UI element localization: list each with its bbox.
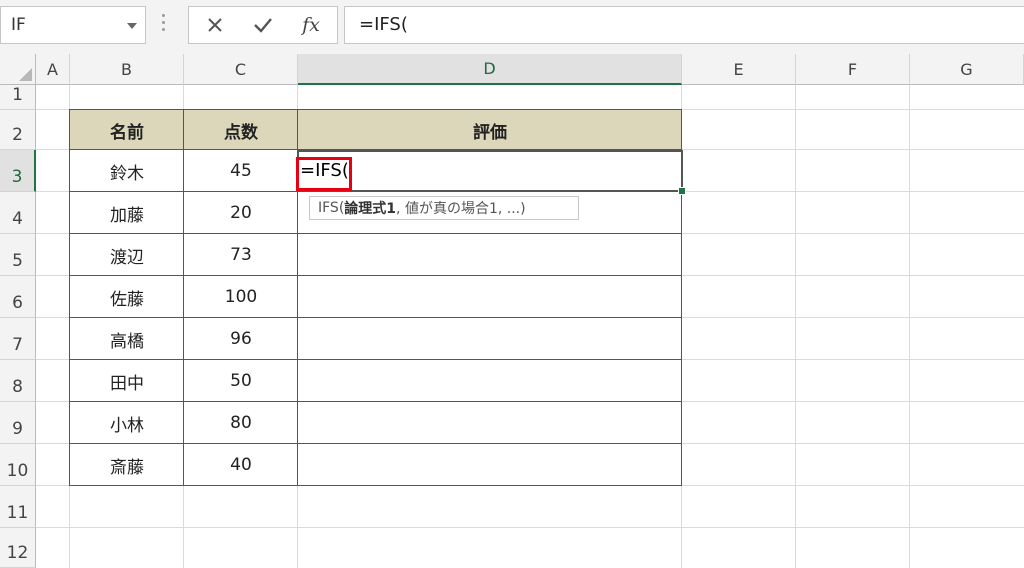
table-border xyxy=(69,109,70,486)
row-header-11[interactable]: 11 xyxy=(0,486,36,528)
cancel-button[interactable] xyxy=(199,9,231,41)
fx-label: fx xyxy=(302,14,320,36)
name-cell[interactable]: 高橋 xyxy=(70,318,184,360)
score-cell[interactable]: 45 xyxy=(184,150,298,192)
name-cell[interactable]: 佐藤 xyxy=(70,276,184,318)
column-header-c[interactable]: C xyxy=(184,54,298,85)
table-border xyxy=(69,317,682,318)
row-header-9[interactable]: 9 xyxy=(0,402,36,444)
gridline xyxy=(909,85,910,568)
select-all-button[interactable] xyxy=(0,54,36,85)
row-header-6[interactable]: 6 xyxy=(0,276,36,318)
checkmark-icon xyxy=(254,18,272,33)
score-cell[interactable]: 20 xyxy=(184,192,298,234)
tooltip-bold-arg: 論理式1 xyxy=(344,201,397,217)
score-cell[interactable]: 50 xyxy=(184,360,298,402)
column-header-e[interactable]: E xyxy=(682,54,796,85)
table-border xyxy=(183,109,184,486)
active-cell-d3[interactable] xyxy=(297,150,686,195)
table-header-cell[interactable]: 名前 xyxy=(70,110,184,150)
row-header-5[interactable]: 5 xyxy=(0,234,36,276)
rating-cell[interactable] xyxy=(298,276,682,318)
name-cell[interactable]: 斎藤 xyxy=(70,444,184,486)
column-header-g[interactable]: G xyxy=(910,54,1024,85)
row-header-8[interactable]: 8 xyxy=(0,360,36,402)
row-header-7[interactable]: 7 xyxy=(0,318,36,360)
rating-cell[interactable] xyxy=(298,360,682,402)
row-header-10[interactable]: 10 xyxy=(0,444,36,486)
formula-buttons: fx xyxy=(188,6,338,44)
table-border xyxy=(69,359,682,360)
enter-button[interactable] xyxy=(247,9,279,41)
column-header-a[interactable]: A xyxy=(36,54,70,85)
row-header-1[interactable]: 1 xyxy=(0,85,36,110)
gridline xyxy=(36,527,1024,528)
name-cell[interactable]: 鈴木 xyxy=(70,150,184,192)
table-border xyxy=(69,275,682,276)
score-cell[interactable]: 40 xyxy=(184,444,298,486)
drag-handle-icon[interactable] xyxy=(162,14,166,36)
spreadsheet-grid: ABCDEFG 1 2 3 4 5 6 7 8 9 10 11 12 名前 点数 評価 鈴木 45 加藤 20 渡辺… xyxy=(0,54,1024,568)
rating-cell[interactable] xyxy=(298,318,682,360)
formula-bar-area: IF fx =IFS( xyxy=(0,0,1024,54)
name-cell[interactable]: 渡辺 xyxy=(70,234,184,276)
row-header-4[interactable]: 4 xyxy=(0,192,36,234)
column-header-b[interactable]: B xyxy=(70,54,184,85)
tooltip-rest: , 値が真の場合1, ...) xyxy=(396,201,526,217)
name-cell[interactable]: 加藤 xyxy=(70,192,184,234)
rating-cell[interactable] xyxy=(298,402,682,444)
gridline xyxy=(795,85,796,568)
table-border xyxy=(69,109,682,110)
name-box-value: IF xyxy=(11,15,26,35)
score-cell[interactable]: 80 xyxy=(184,402,298,444)
function-tooltip[interactable]: IFS(論理式1, 値が真の場合1, ...) xyxy=(309,196,579,220)
table-border xyxy=(69,485,682,486)
formula-value: =IFS( xyxy=(359,14,408,35)
row-header-3[interactable]: 3 xyxy=(0,150,36,192)
rating-cell[interactable] xyxy=(298,444,682,486)
name-box[interactable]: IF xyxy=(0,6,146,44)
row-header-12[interactable]: 12 xyxy=(0,528,36,568)
name-cell[interactable]: 田中 xyxy=(70,360,184,402)
tooltip-prefix: IFS( xyxy=(318,200,345,216)
score-cell[interactable]: 100 xyxy=(184,276,298,318)
table-border xyxy=(69,401,682,402)
row-header-2[interactable]: 2 xyxy=(0,110,36,150)
formula-input[interactable]: =IFS( xyxy=(344,6,1024,44)
table-header-cell[interactable]: 評価 xyxy=(298,110,682,150)
fill-handle[interactable] xyxy=(678,187,686,195)
column-header-d[interactable]: D xyxy=(298,54,682,85)
close-icon xyxy=(208,18,222,32)
score-cell[interactable]: 96 xyxy=(184,318,298,360)
table-border xyxy=(69,233,682,234)
chevron-down-icon[interactable] xyxy=(127,23,137,29)
name-cell[interactable]: 小林 xyxy=(70,402,184,444)
score-cell[interactable]: 73 xyxy=(184,234,298,276)
table-border xyxy=(69,443,682,444)
rating-cell[interactable] xyxy=(298,234,682,276)
highlight-box xyxy=(296,157,352,191)
table-header-cell[interactable]: 点数 xyxy=(184,110,298,150)
insert-function-button[interactable]: fx xyxy=(295,9,327,41)
column-header-f[interactable]: F xyxy=(796,54,910,85)
